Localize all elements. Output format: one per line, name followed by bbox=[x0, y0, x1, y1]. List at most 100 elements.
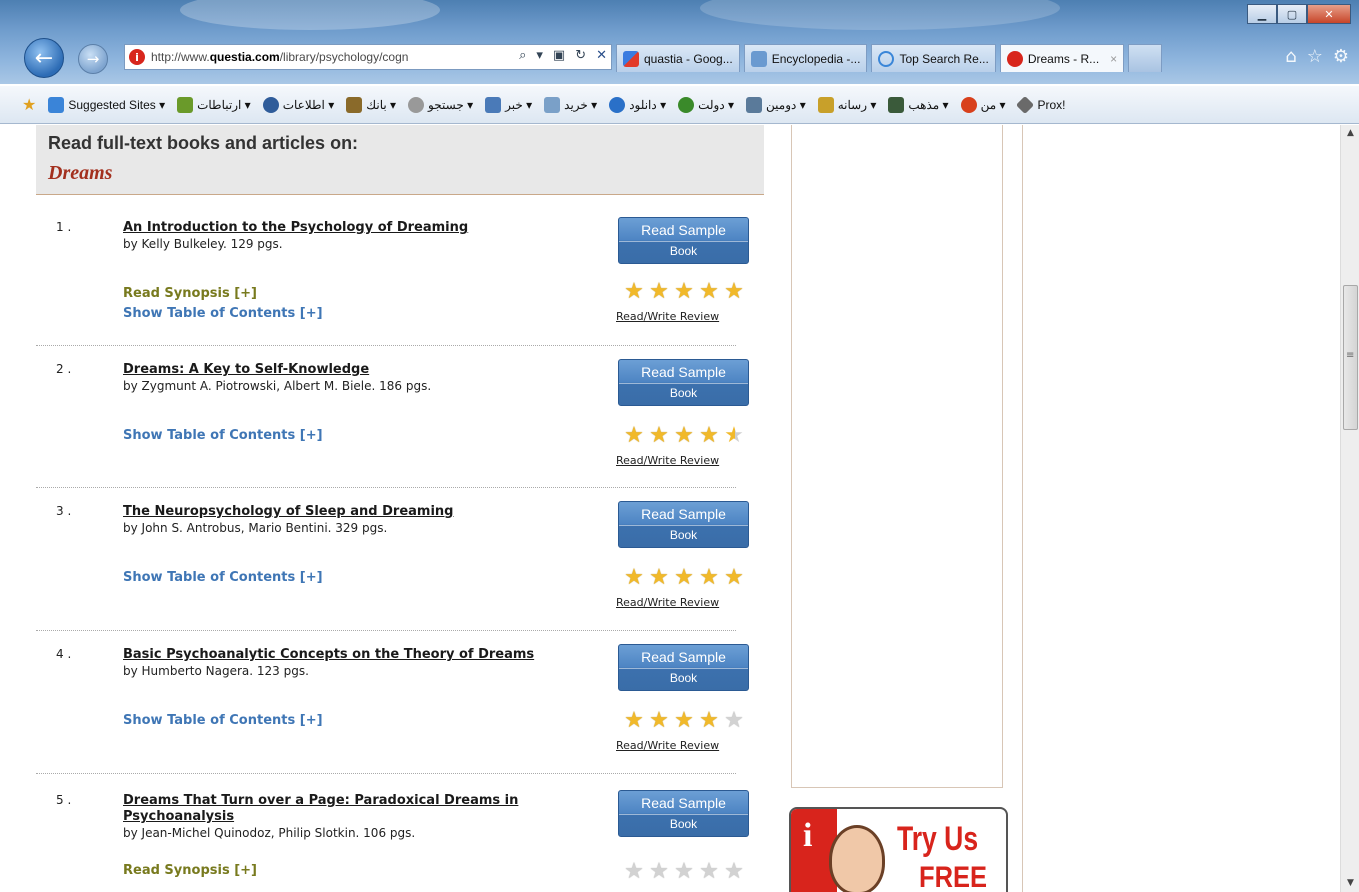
read-synopsis-link[interactable]: Read Synopsis [+] bbox=[123, 286, 257, 301]
fav-item[interactable]: اطلاعات ▾ bbox=[262, 96, 335, 113]
star-icon: ★ bbox=[699, 565, 719, 590]
fav-label: جستجو ▾ bbox=[428, 97, 474, 112]
fav-label: بانك ▾ bbox=[366, 97, 397, 112]
read-write-review-link[interactable]: Read/Write Review bbox=[616, 454, 719, 467]
book-title-link[interactable]: Dreams That Turn over a Page: Paradoxica… bbox=[123, 793, 593, 825]
ad-headline: Try Us bbox=[897, 820, 979, 858]
scroll-down-icon[interactable]: ▼ bbox=[1341, 875, 1359, 892]
book-byline: by John S. Antrobus, Mario Bentini. 329 … bbox=[123, 521, 388, 535]
home-icon[interactable]: ⌂ bbox=[1285, 46, 1296, 67]
shop-icon bbox=[544, 96, 561, 113]
fav-item[interactable]: دولت ▾ bbox=[678, 96, 734, 113]
forward-button[interactable]: → bbox=[78, 44, 108, 74]
site-info-icon[interactable]: i bbox=[129, 49, 145, 65]
empty-star-icon: ★ bbox=[699, 859, 719, 884]
search-icon[interactable]: ⌕ bbox=[519, 48, 526, 63]
dropdown-icon[interactable]: ▾ bbox=[536, 48, 543, 63]
results-header: Read full-text books and articles on: Dr… bbox=[36, 125, 764, 195]
result-number: 1 . bbox=[56, 220, 72, 234]
tab-google[interactable]: quastia - Goog... bbox=[616, 44, 740, 72]
show-toc-link[interactable]: Show Table of Contents [+] bbox=[123, 428, 323, 443]
tab-dreams[interactable]: Dreams - R... × bbox=[999, 44, 1125, 72]
fav-label: رسانه ▾ bbox=[837, 97, 877, 112]
close-window-button[interactable]: ✕ bbox=[1307, 4, 1351, 24]
fav-item[interactable]: دانلود ▾ bbox=[609, 96, 666, 113]
show-toc-link[interactable]: Show Table of Contents [+] bbox=[123, 570, 323, 585]
fav-item[interactable]: خبر ▾ bbox=[485, 96, 532, 113]
background-decoration bbox=[700, 0, 1060, 30]
fav-item[interactable]: بانك ▾ bbox=[346, 96, 397, 113]
forward-arrow-icon: → bbox=[86, 50, 100, 68]
button-sublabel: Book bbox=[619, 814, 748, 833]
star-icon: ★ bbox=[624, 279, 644, 304]
window-titlebar: ▁ ▢ ✕ ← → i http://www.questia.com/libra… bbox=[0, 0, 1359, 84]
url-prefix: http://www. bbox=[151, 50, 210, 64]
close-tab-icon[interactable]: × bbox=[1110, 52, 1117, 66]
empty-star-icon: ★ bbox=[649, 859, 669, 884]
read-sample-button[interactable]: Read Sample Book bbox=[618, 644, 749, 691]
result-number: 4 . bbox=[56, 647, 72, 661]
fav-label: ارتباطات ▾ bbox=[197, 97, 251, 112]
tab-encyclopedia[interactable]: Encyclopedia -... bbox=[743, 44, 868, 72]
fav-item[interactable]: جستجو ▾ bbox=[408, 96, 474, 113]
refresh-icon[interactable]: ↻ bbox=[575, 48, 586, 63]
read-sample-button[interactable]: Read Sample Book bbox=[618, 217, 749, 264]
network-icon bbox=[177, 96, 194, 113]
star-icon: ★ bbox=[624, 708, 644, 733]
book-title-link[interactable]: An Introduction to the Psychology of Dre… bbox=[123, 220, 593, 236]
scroll-up-icon[interactable]: ▲ bbox=[1341, 125, 1359, 142]
add-favorites-icon[interactable]: ★ bbox=[22, 95, 36, 115]
url-text[interactable]: http://www.questia.com/library/psycholog… bbox=[151, 50, 471, 64]
button-label: Read Sample bbox=[641, 649, 726, 665]
back-button[interactable]: ← bbox=[24, 38, 64, 78]
star-icon: ★ bbox=[699, 708, 719, 733]
fav-item[interactable]: خريد ▾ bbox=[544, 96, 598, 113]
scroll-thumb[interactable]: ≡ bbox=[1343, 285, 1358, 430]
read-write-review-link[interactable]: Read/Write Review bbox=[616, 739, 719, 752]
encyclopedia-icon bbox=[750, 50, 767, 67]
try-us-free-ad[interactable]: i Try Us FREE bbox=[789, 807, 1008, 892]
book-title-link[interactable]: Basic Psychoanalytic Concepts on the The… bbox=[123, 647, 593, 663]
book-title-link[interactable]: Dreams: A Key to Self-Knowledge bbox=[123, 362, 593, 378]
fav-label: اطلاعات ▾ bbox=[282, 97, 335, 112]
grip-icon: ≡ bbox=[1346, 350, 1355, 361]
read-write-review-link[interactable]: Read/Write Review bbox=[616, 310, 719, 323]
gear-icon[interactable]: ⚙ bbox=[1333, 46, 1349, 67]
read-sample-button[interactable]: Read Sample Book bbox=[618, 501, 749, 548]
star-icon: ★ bbox=[649, 565, 669, 590]
address-bar[interactable]: i http://www.questia.com/library/psychol… bbox=[124, 44, 612, 70]
show-toc-link[interactable]: Show Table of Contents [+] bbox=[123, 306, 323, 321]
book-title-link[interactable]: The Neuropsychology of Sleep and Dreamin… bbox=[123, 504, 593, 520]
ad-subheadline: FREE bbox=[919, 861, 988, 892]
religion-icon bbox=[888, 96, 905, 113]
page-content: Read full-text books and articles on: Dr… bbox=[0, 125, 1340, 892]
star-icon: ★ bbox=[699, 279, 719, 304]
read-synopsis-link[interactable]: Read Synopsis [+] bbox=[123, 863, 257, 878]
minimize-button[interactable]: ▁ bbox=[1247, 4, 1277, 24]
news-icon bbox=[485, 96, 502, 113]
vertical-scrollbar[interactable]: ▲ ≡ ▼ bbox=[1340, 125, 1359, 892]
stop-icon[interactable]: ✕ bbox=[596, 48, 607, 63]
maximize-button[interactable]: ▢ bbox=[1277, 4, 1307, 24]
star-icon: ★ bbox=[724, 565, 744, 590]
read-sample-button[interactable]: Read Sample Book bbox=[618, 359, 749, 406]
button-label: Read Sample bbox=[641, 506, 726, 522]
book-byline: by Zygmunt A. Piotrowski, Albert M. Biel… bbox=[123, 379, 432, 393]
fav-item[interactable]: Prox! bbox=[1016, 95, 1066, 114]
fav-item[interactable]: Suggested Sites ▾ bbox=[48, 96, 165, 113]
show-toc-link[interactable]: Show Table of Contents [+] bbox=[123, 713, 323, 728]
tab-top-search[interactable]: Top Search Re... bbox=[871, 44, 996, 72]
read-write-review-link[interactable]: Read/Write Review bbox=[616, 596, 719, 609]
ie-suggested-icon bbox=[48, 96, 65, 113]
read-sample-button[interactable]: Read Sample Book bbox=[618, 790, 749, 837]
fav-item[interactable]: مذهب ▾ bbox=[888, 96, 949, 113]
new-tab-button[interactable] bbox=[1128, 44, 1163, 72]
fav-item[interactable]: من ▾ bbox=[960, 96, 1005, 113]
fav-item[interactable]: دومين ▾ bbox=[746, 96, 806, 113]
fav-item[interactable]: ارتباطات ▾ bbox=[177, 96, 251, 113]
fav-label: خريد ▾ bbox=[564, 97, 598, 112]
empty-star-icon: ★ bbox=[724, 859, 744, 884]
fav-item[interactable]: رسانه ▾ bbox=[817, 96, 877, 113]
favorites-star-icon[interactable]: ☆ bbox=[1307, 46, 1323, 67]
compatibility-view-icon[interactable]: ▣ bbox=[553, 48, 565, 63]
